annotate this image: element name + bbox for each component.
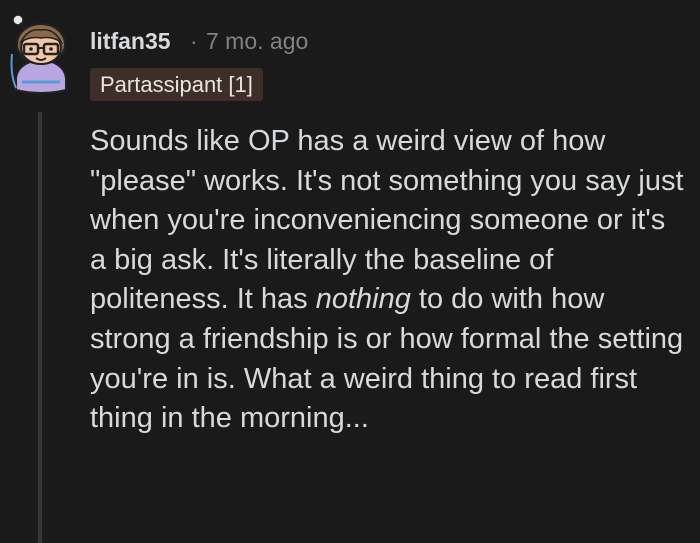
thread-line[interactable] xyxy=(38,112,42,543)
comment: litfan35 · 7 mo. ago Partassipant [1] So… xyxy=(0,0,700,543)
meta-separator: · xyxy=(190,28,198,54)
comment-paragraph: Sounds like OP has a weird view of how "… xyxy=(90,122,686,439)
user-avatar[interactable] xyxy=(8,14,74,96)
snoo-avatar-with-glasses-icon xyxy=(10,14,67,94)
comment-text-emphasis: nothing xyxy=(315,283,411,316)
comment-body: Sounds like OP has a weird view of how "… xyxy=(90,122,686,439)
comment-timestamp[interactable]: 7 mo. ago xyxy=(206,26,308,56)
user-flair: Partassipant [1] xyxy=(90,68,263,101)
username[interactable]: litfan35 xyxy=(90,26,171,56)
